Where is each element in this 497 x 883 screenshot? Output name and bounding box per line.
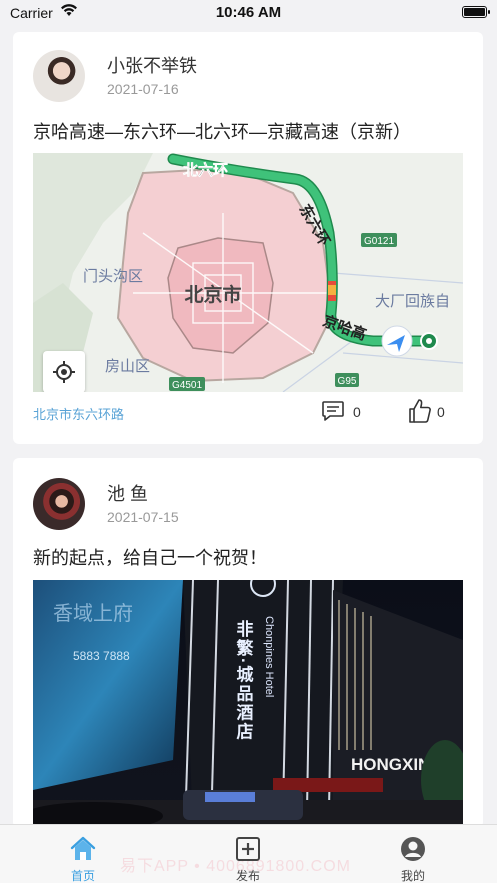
tab-label: 首页: [70, 869, 95, 883]
plus-square-icon: [234, 835, 262, 863]
post-card[interactable]: 池 鱼 2021-07-15 新的起点，给自己一个祝贺！ 香域上府 5883 7…: [13, 458, 483, 828]
hotel-sign-english: Chonpines Hotel: [263, 616, 275, 697]
map-district-label: 大厂回族自: [375, 293, 450, 310]
tab-mine[interactable]: 我的: [373, 825, 453, 883]
svg-text:香域上府: 香域上府: [53, 601, 133, 625]
hotel-sign: 非繁·城品酒店: [234, 619, 255, 742]
avatar[interactable]: [33, 478, 85, 530]
crosshair-icon: [53, 361, 75, 383]
highway-shield: G95: [335, 373, 359, 387]
tab-label: 我的: [400, 869, 425, 883]
post-content: 京哈高速—东六环—北六环—京藏高速（京新）: [33, 122, 411, 142]
tab-post[interactable]: 发布: [208, 825, 288, 883]
post-location-link[interactable]: 北京市东六环路: [33, 404, 124, 423]
tab-home[interactable]: 首页: [43, 825, 123, 883]
status-time: 10:46 AM: [215, 4, 282, 21]
map-city-label: 北京市: [184, 283, 241, 306]
building-sign: HONGXIN: [351, 755, 430, 774]
battery-icon: [462, 6, 490, 18]
comment-count: 0: [353, 404, 361, 420]
avatar[interactable]: [33, 50, 85, 102]
map-district-label: 房山区: [105, 358, 150, 375]
post-date: 2021-07-15: [107, 509, 179, 525]
user-circle-icon: [399, 835, 427, 863]
svg-text:G95: G95: [338, 376, 357, 387]
map-road-label: 北六环: [183, 161, 228, 179]
post-photo[interactable]: 香域上府 5883 7888 非繁·城品酒店 Chonpines Hotel H…: [33, 580, 463, 828]
tab-bar: 易下APP • 4006891800.COM 首页 发布 我的: [0, 824, 497, 883]
home-icon: [69, 835, 97, 863]
tab-label: 发布: [235, 869, 260, 883]
like-count: 0: [437, 404, 445, 420]
svg-text:G4501: G4501: [172, 380, 202, 391]
post-date: 2021-07-16: [107, 81, 179, 97]
route-map[interactable]: 北京市 门头沟区 房山区 大厂回族自 北六环 东六环 京哈高 G0121 G45…: [33, 153, 463, 392]
highway-shield: G4501: [169, 377, 205, 391]
status-bar: Carrier 10:46 AM: [0, 0, 497, 26]
post-username[interactable]: 池 鱼: [107, 480, 148, 506]
map-district-label: 门头沟区: [83, 268, 143, 285]
post-card[interactable]: 小张不举铁 2021-07-16 京哈高速—东六环—北六环—京藏高速（京新） 北…: [13, 32, 483, 444]
thumbs-up-icon[interactable]: [408, 398, 432, 429]
svg-text:G0121: G0121: [364, 236, 394, 247]
svg-text:5883 7888: 5883 7888: [73, 649, 130, 663]
post-username[interactable]: 小张不举铁: [107, 52, 197, 78]
locate-button[interactable]: [43, 351, 85, 392]
highway-shield: G0121: [361, 233, 397, 247]
post-content: 新的起点，给自己一个祝贺！: [33, 548, 267, 568]
comment-icon[interactable]: [321, 400, 345, 427]
